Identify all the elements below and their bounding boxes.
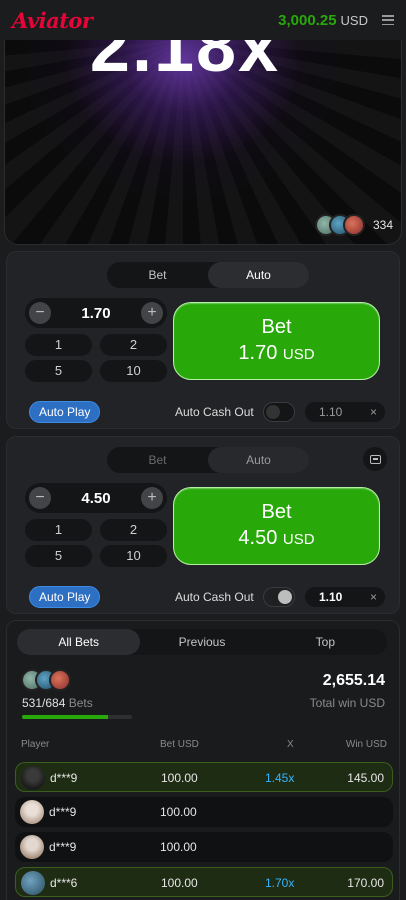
quick-amount-button[interactable]: 10: [100, 545, 167, 567]
quick-amounts: 1 2 5 10: [25, 519, 167, 567]
tab-auto[interactable]: Auto: [208, 262, 309, 288]
bet-button[interactable]: Bet 4.50 USD: [173, 487, 380, 565]
bets-progress-bar: [22, 715, 132, 719]
avatar: [342, 214, 365, 236]
column-multiplier: X: [287, 739, 294, 750]
total-win-label: Total win USD: [309, 696, 385, 710]
tab-previous[interactable]: Previous: [140, 629, 263, 655]
remove-panel-icon[interactable]: [363, 447, 387, 471]
quick-amount-button[interactable]: 1: [25, 519, 92, 541]
quick-amount-button[interactable]: 2: [100, 519, 167, 541]
auto-cash-out-value: 1.10: [319, 590, 343, 604]
bet-button-amount: 4.50 USD: [238, 527, 315, 549]
bet-amount: 100.00: [161, 771, 198, 785]
quick-amount-button[interactable]: 2: [100, 334, 167, 356]
auto-cash-out-toggle[interactable]: [263, 402, 295, 422]
bet-button[interactable]: Bet 1.70 USD: [173, 302, 380, 380]
bets-list-panel: All Bets Previous Top 531/684 Bets 2,655…: [6, 620, 400, 900]
win-amount: 145.00: [347, 771, 384, 785]
bet-button-label: Bet: [261, 501, 292, 523]
auto-cash-out-toggle[interactable]: [263, 587, 295, 607]
win-amount: 170.00: [347, 876, 384, 890]
clear-icon[interactable]: ×: [370, 587, 377, 607]
quick-amount-button[interactable]: 10: [100, 360, 167, 382]
decrease-button[interactable]: −: [29, 487, 51, 509]
total-win-amount: 2,655.14: [322, 672, 385, 689]
bet-panel-1: Bet Auto − 1.70 + 1 2 5 10 Bet 1.70 USD …: [6, 251, 400, 429]
auto-cash-out-input[interactable]: 1.10 ×: [305, 402, 385, 422]
tab-bet[interactable]: Bet: [107, 447, 208, 473]
cashout-multiplier: 1.70x: [265, 876, 295, 890]
table-row: d***9 100.00 1.45x 145.00: [15, 762, 393, 792]
table-row: d***6 100.00 1.70x 170.00: [15, 867, 393, 897]
auto-play-button[interactable]: Auto Play: [29, 586, 101, 608]
player-avatars: [314, 214, 365, 236]
table-row: d***9 100.00: [15, 797, 393, 827]
amount-value[interactable]: 1.70: [55, 305, 137, 322]
player-name: d***9: [49, 805, 77, 819]
avatar: [21, 766, 45, 790]
tab-auto[interactable]: Auto: [208, 447, 309, 473]
auto-cash-out-input[interactable]: 1.10 ×: [305, 587, 385, 607]
bets-count: 531/684 Bets: [22, 696, 93, 710]
table-row: d***9 100.00: [15, 832, 393, 862]
bet-mode-tabs: Bet Auto: [107, 447, 309, 473]
avatar: [20, 800, 44, 824]
bet-amount: 100.00: [161, 876, 198, 890]
quick-amount-button[interactable]: 5: [25, 360, 92, 382]
bet-button-label: Bet: [261, 316, 292, 338]
amount-stepper: − 4.50 +: [25, 483, 167, 513]
column-win: Win USD: [345, 739, 387, 750]
amount-value[interactable]: 4.50: [55, 490, 137, 507]
top-bar: Aviator 3,000.25 USD: [0, 0, 406, 40]
increase-button[interactable]: +: [141, 302, 163, 324]
game-stage: 2.18x 334: [4, 40, 402, 245]
bet-button-amount: 1.70 USD: [238, 342, 315, 364]
bettors-avatars: [21, 669, 71, 691]
auto-cash-out-value: 1.10: [319, 405, 343, 419]
balance-currency: USD: [340, 12, 368, 28]
bet-panel-2: Bet Auto − 4.50 + 1 2 5 10 Bet 4.50 USD …: [6, 436, 400, 614]
auto-cash-out-label: Auto Cash Out: [175, 590, 254, 604]
tab-bet[interactable]: Bet: [107, 262, 208, 288]
tab-top[interactable]: Top: [264, 629, 387, 655]
players-count: 334: [372, 218, 393, 232]
bet-amount: 100.00: [160, 805, 197, 819]
avatar: [20, 835, 44, 859]
avatar: [49, 669, 71, 691]
bets-count-label: Bets: [68, 696, 93, 710]
online-players: 334: [314, 214, 393, 236]
clear-icon[interactable]: ×: [370, 402, 377, 422]
bets-table: d***9 100.00 1.45x 145.00 d***9 100.00 d…: [15, 762, 393, 900]
bets-count-value: 531/684: [22, 696, 66, 710]
quick-amount-button[interactable]: 5: [25, 545, 92, 567]
column-bet: Bet USD: [160, 739, 199, 750]
auto-cash-out-label: Auto Cash Out: [175, 405, 254, 419]
balance-amount: 3,000.25: [278, 11, 337, 29]
increase-button[interactable]: +: [141, 487, 163, 509]
player-name: d***6: [50, 876, 78, 890]
bets-tabs: All Bets Previous Top: [17, 629, 387, 655]
auto-play-button[interactable]: Auto Play: [29, 401, 101, 423]
round-multiplier: 2.18x: [89, 40, 281, 87]
column-player: Player: [21, 739, 50, 750]
player-name: d***9: [50, 771, 78, 785]
quick-amount-button[interactable]: 1: [25, 334, 92, 356]
aviator-logo: Aviator: [12, 7, 93, 33]
balance-display: 3,000.25 USD: [278, 12, 368, 29]
bet-mode-tabs: Bet Auto: [107, 262, 309, 288]
player-name: d***9: [49, 840, 77, 854]
cashout-multiplier: 1.45x: [265, 771, 295, 785]
avatar: [21, 871, 45, 895]
quick-amounts: 1 2 5 10: [25, 334, 167, 382]
decrease-button[interactable]: −: [29, 302, 51, 324]
amount-stepper: − 1.70 +: [25, 298, 167, 328]
tab-all-bets[interactable]: All Bets: [17, 629, 141, 655]
hamburger-menu-icon[interactable]: [382, 15, 394, 25]
bet-amount: 100.00: [160, 840, 197, 854]
bets-progress-fill: [22, 715, 108, 719]
